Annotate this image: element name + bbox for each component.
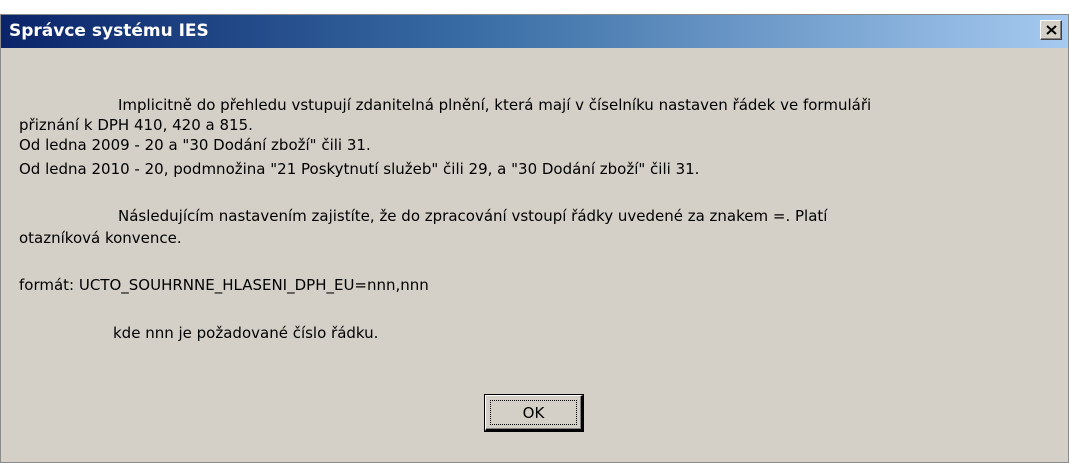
message-dialog: Správce systému IES Implicitně do přehle… bbox=[0, 14, 1069, 463]
ok-button[interactable]: OK bbox=[485, 395, 583, 431]
title-bar[interactable]: Správce systému IES bbox=[1, 15, 1068, 48]
message-body: Implicitně do přehledu vstupují zdanitel… bbox=[1, 48, 1068, 462]
message-text-line: přiznání k DPH 410, 420 a 815. bbox=[19, 116, 253, 134]
ok-button-label: OK bbox=[490, 400, 577, 425]
close-icon bbox=[1046, 25, 1057, 35]
message-text-line: Implicitně do přehledu vstupují zdanitel… bbox=[118, 96, 872, 114]
note-text: kde nnn je požadované číslo řádku. bbox=[113, 324, 379, 342]
message-text-line: Následujícím nastavením zajistíte, že do… bbox=[118, 207, 828, 225]
window-title: Správce systému IES bbox=[9, 21, 209, 41]
format-text: formát: UCTO_SOUHRNNE_HLASENI_DPH_EU=nnn… bbox=[19, 276, 429, 294]
message-text-line: Od ledna 2010 - 20, podmnožina "21 Posky… bbox=[19, 160, 700, 178]
message-text-line: otazníková konvence. bbox=[19, 229, 182, 247]
message-text-line: Od ledna 2009 - 20 a "30 Dodání zboží" č… bbox=[19, 136, 371, 154]
close-button[interactable] bbox=[1040, 20, 1062, 40]
